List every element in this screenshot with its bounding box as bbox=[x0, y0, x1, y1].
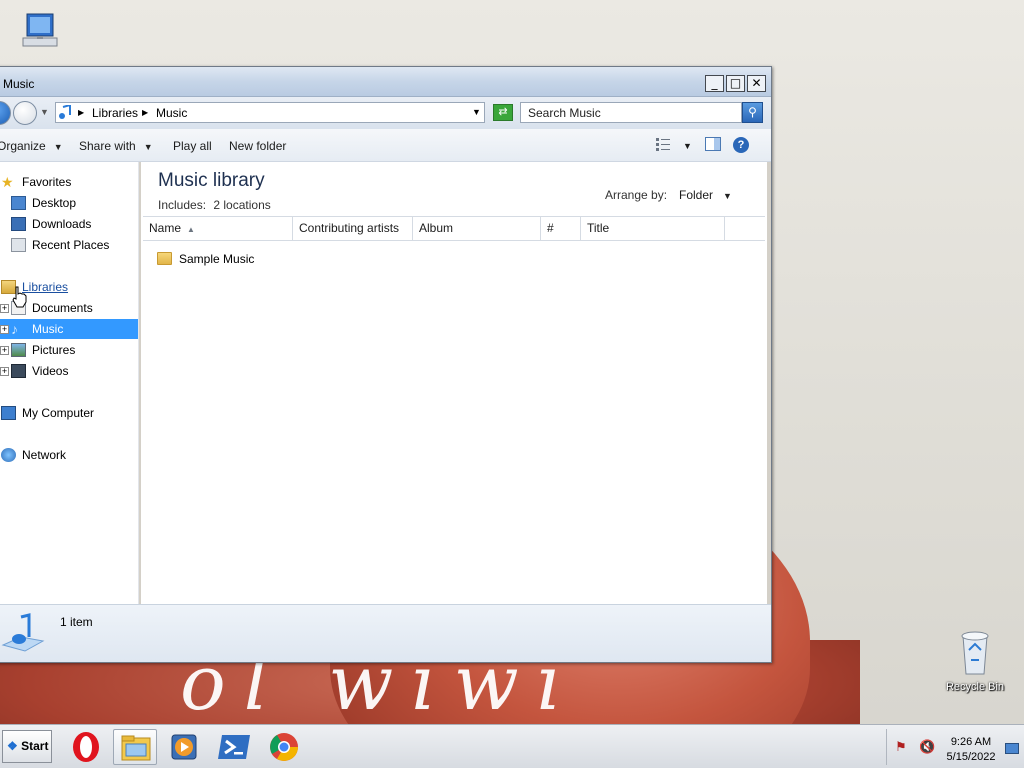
details-pane: 1 item bbox=[0, 604, 771, 662]
command-bar: Organize ▼ Share with ▼ Play all New folde… bbox=[0, 129, 771, 162]
organize-menu[interactable]: Organize ▼ bbox=[0, 139, 63, 153]
arrange-by-dropdown[interactable]: Folder ▼ bbox=[679, 188, 732, 202]
action-center-flag-icon[interactable]: ⚑ bbox=[895, 739, 907, 755]
my-computer-desktop-icon[interactable] bbox=[6, 8, 76, 57]
desktop-icon bbox=[11, 196, 26, 210]
breadcrumb-chevron-icon[interactable]: ▶ bbox=[142, 108, 148, 117]
sort-ascending-icon: ▲ bbox=[187, 225, 195, 234]
system-tray: ⚑ 🔇 9:26 AM 5/15/2022 bbox=[886, 729, 1022, 765]
opera-icon bbox=[73, 732, 99, 762]
expand-icon[interactable]: + bbox=[0, 346, 9, 355]
nav-favorites[interactable]: ★ Favorites bbox=[0, 172, 138, 192]
view-dropdown-icon[interactable]: ▼ bbox=[683, 141, 692, 151]
videos-icon bbox=[11, 364, 26, 378]
recent-places-icon bbox=[11, 238, 26, 252]
view-options-icon[interactable] bbox=[655, 137, 671, 154]
breadcrumb-libraries[interactable]: Libraries bbox=[92, 106, 138, 120]
minimize-button[interactable]: _ bbox=[705, 75, 724, 92]
opera-taskbar-button[interactable] bbox=[64, 729, 108, 765]
column-contributing-artists[interactable]: Contributing artists bbox=[293, 217, 413, 240]
start-button[interactable]: ❖ Start bbox=[2, 730, 52, 763]
chrome-icon bbox=[270, 733, 298, 761]
library-title: Music library bbox=[158, 170, 265, 191]
column-track-number[interactable]: # bbox=[541, 217, 581, 240]
breadcrumb-music[interactable]: Music bbox=[156, 106, 187, 120]
refresh-button[interactable]: ⇄ bbox=[493, 104, 513, 121]
navigation-pane: ★ Favorites Desktop Downloads Recent Pla… bbox=[0, 162, 139, 604]
expand-icon[interactable]: + bbox=[0, 325, 9, 334]
arrange-by-label: Arrange by: bbox=[605, 188, 668, 202]
folder-icon bbox=[157, 252, 172, 265]
column-album[interactable]: Album bbox=[413, 217, 541, 240]
powershell-icon bbox=[218, 735, 250, 759]
computer-icon bbox=[1, 406, 16, 420]
recycle-bin-label: Recycle Bin bbox=[945, 681, 1005, 693]
nav-item-downloads[interactable]: Downloads bbox=[0, 214, 138, 234]
file-explorer-icon bbox=[121, 735, 151, 761]
star-icon: ★ bbox=[1, 174, 14, 190]
address-bar-row: ▼ ▶ Libraries ▶ Music ▼ ⇄ Search Music ⚲ bbox=[0, 97, 771, 129]
nav-network[interactable]: Network bbox=[0, 445, 138, 465]
library-locations-link[interactable]: 2 locations bbox=[213, 198, 270, 212]
recycle-bin-desktop-icon[interactable]: Recycle Bin bbox=[940, 628, 1010, 693]
music-note-icon bbox=[59, 105, 71, 119]
share-with-menu[interactable]: Share with ▼ bbox=[79, 139, 153, 153]
back-button[interactable] bbox=[0, 101, 11, 125]
recent-pages-dropdown[interactable]: ▼ bbox=[40, 107, 49, 117]
clock[interactable]: 9:26 AM 5/15/2022 bbox=[941, 735, 1001, 765]
column-headers: Name ▲ Contributing artists Album # Title bbox=[143, 216, 765, 241]
media-player-taskbar-button[interactable] bbox=[162, 729, 206, 765]
media-player-icon bbox=[171, 734, 197, 760]
recycle-bin-icon bbox=[961, 631, 989, 675]
computer-icon bbox=[22, 13, 58, 47]
column-title[interactable]: Title bbox=[581, 217, 725, 240]
content-pane: Music library Includes: 2 locations Arra… bbox=[141, 162, 767, 604]
forward-button[interactable] bbox=[13, 101, 37, 125]
music-library-icon bbox=[1, 613, 45, 652]
play-all-button[interactable]: Play all bbox=[173, 139, 212, 153]
search-icon[interactable]: ⚲ bbox=[742, 102, 763, 123]
nav-item-recent-places[interactable]: Recent Places bbox=[0, 235, 138, 255]
powershell-taskbar-button[interactable] bbox=[212, 729, 256, 765]
address-history-dropdown-icon[interactable]: ▼ bbox=[472, 107, 481, 117]
clock-time: 9:26 AM bbox=[950, 736, 992, 748]
nav-item-music[interactable]: + ♪ Music bbox=[0, 319, 138, 339]
expand-icon[interactable]: + bbox=[0, 304, 9, 313]
breadcrumb-chevron-icon[interactable]: ▶ bbox=[78, 108, 84, 117]
downloads-icon bbox=[11, 217, 26, 231]
library-includes: Includes: 2 locations bbox=[158, 198, 271, 212]
network-icon bbox=[1, 448, 16, 462]
pictures-icon bbox=[11, 343, 26, 357]
volume-muted-icon[interactable]: 🔇 bbox=[919, 739, 935, 755]
clock-date: 5/15/2022 bbox=[946, 751, 996, 763]
column-name[interactable]: Name ▲ bbox=[143, 217, 293, 240]
maximize-button[interactable]: □ bbox=[726, 75, 745, 92]
preview-pane-icon[interactable] bbox=[705, 137, 721, 154]
chrome-taskbar-button[interactable] bbox=[262, 729, 306, 765]
explorer-taskbar-button[interactable] bbox=[113, 729, 157, 765]
nav-item-videos[interactable]: + Videos bbox=[0, 361, 138, 381]
help-icon[interactable]: ? bbox=[733, 137, 749, 153]
show-desktop-icon[interactable] bbox=[1005, 743, 1019, 754]
item-count: 1 item bbox=[60, 615, 93, 629]
expand-icon[interactable]: + bbox=[0, 367, 9, 376]
explorer-window: Music _ □ ✕ ▼ ▶ Libraries ▶ Music ▼ ⇄ Se… bbox=[0, 66, 772, 663]
music-icon: ♪ bbox=[11, 321, 18, 337]
item-name: Sample Music bbox=[179, 252, 255, 266]
title-bar[interactable]: Music _ □ ✕ bbox=[0, 67, 771, 97]
address-box[interactable]: ▶ Libraries ▶ Music ▼ bbox=[55, 102, 485, 123]
nav-item-desktop[interactable]: Desktop bbox=[0, 193, 138, 213]
search-input[interactable]: Search Music bbox=[520, 102, 742, 123]
nav-item-pictures[interactable]: + Pictures bbox=[0, 340, 138, 360]
windows-logo-icon: ❖ bbox=[7, 739, 18, 753]
hand-cursor-icon bbox=[12, 286, 27, 308]
new-folder-button[interactable]: New folder bbox=[229, 139, 286, 153]
taskbar: ❖ Start ⚑ 🔇 9:26 AM 5/15/2022 bbox=[0, 724, 1024, 768]
window-title: Music bbox=[3, 77, 35, 91]
close-button[interactable]: ✕ bbox=[747, 75, 766, 92]
nav-my-computer[interactable]: My Computer bbox=[0, 403, 138, 423]
